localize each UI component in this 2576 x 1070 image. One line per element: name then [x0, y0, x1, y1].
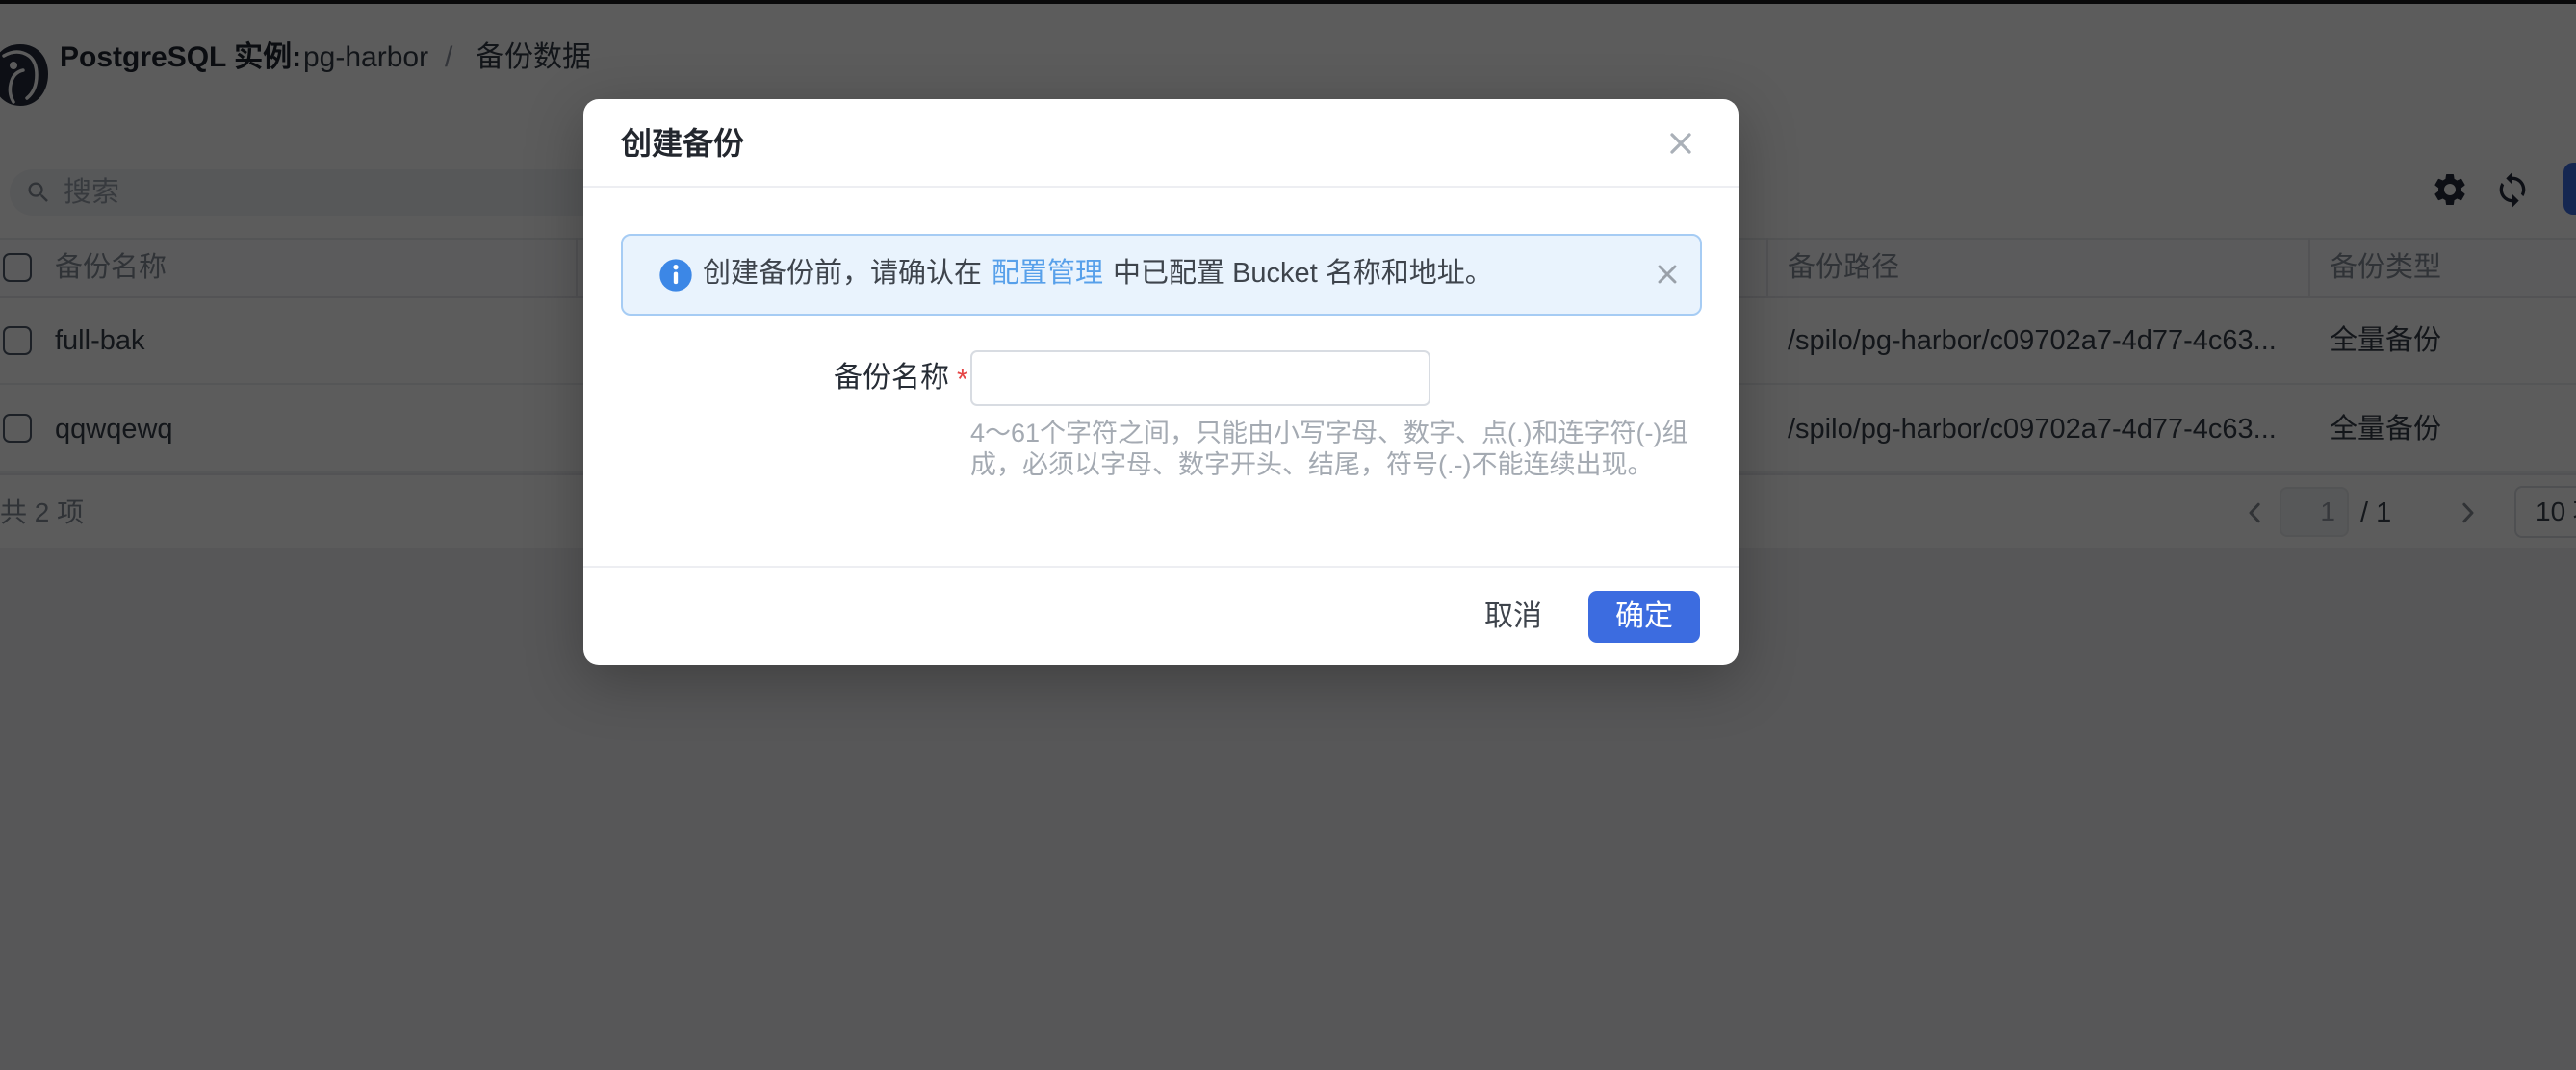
alert-text-prefix: 创建备份前，请确认在: [703, 258, 982, 289]
modal-footer-divider: [583, 566, 1739, 568]
cancel-button[interactable]: 取消: [1470, 591, 1557, 643]
info-icon: [657, 256, 695, 294]
alert-text-suffix: 中已配置 Bucket 名称和地址。: [1113, 258, 1493, 289]
config-management-link[interactable]: 配置管理: [992, 258, 1103, 289]
modal-close-icon[interactable]: [1663, 126, 1698, 161]
modal-header: 创建备份: [583, 99, 1739, 188]
required-asterisk: *: [957, 352, 968, 408]
backup-name-label: 备份名称: [583, 350, 949, 406]
confirm-button[interactable]: 确定: [1588, 591, 1700, 643]
alert-close-icon[interactable]: [1652, 259, 1683, 290]
create-backup-modal: 创建备份 创建备份前，请确认在配置管理中已配置 Bucket 名称和地址。 备份…: [583, 99, 1739, 665]
modal-title: 创建备份: [621, 99, 744, 188]
backup-name-input[interactable]: [970, 350, 1430, 406]
backup-name-help-text: 4～61个字符之间，只能由小写字母、数字、点(.)和连字符(-)组成，必须以字母…: [970, 418, 1731, 481]
alert-message: 创建备份前，请确认在配置管理中已配置 Bucket 名称和地址。: [703, 234, 1493, 316]
